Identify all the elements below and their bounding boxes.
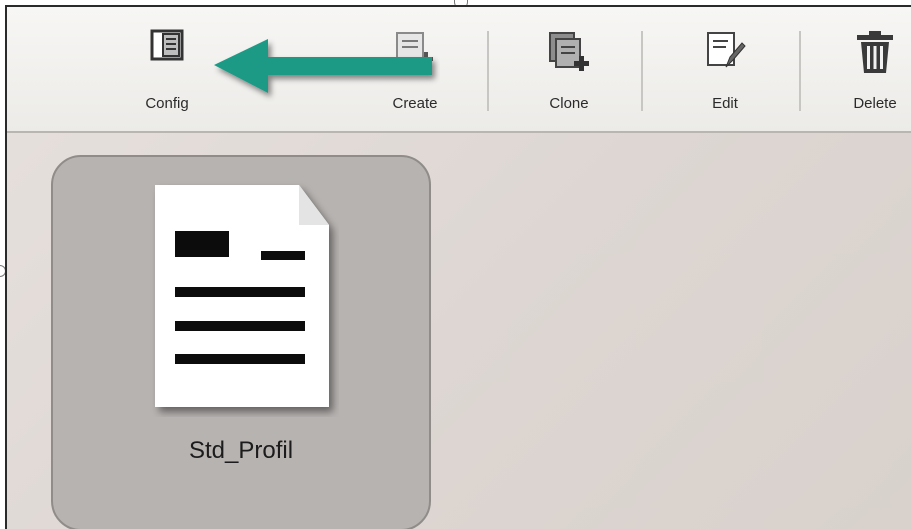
clone-button[interactable]: Clone bbox=[519, 7, 619, 131]
delete-label: Delete bbox=[853, 95, 897, 112]
toolbar-divider bbox=[641, 31, 643, 111]
profile-name: Std_Profil bbox=[188, 437, 294, 464]
delete-button[interactable]: Delete bbox=[827, 7, 911, 131]
toolbar-divider bbox=[799, 31, 801, 111]
config-button[interactable]: Config bbox=[117, 7, 217, 131]
config-label: Config bbox=[145, 95, 189, 112]
clone-documents-icon bbox=[546, 29, 592, 80]
document-icon bbox=[149, 181, 339, 422]
edit-document-icon bbox=[704, 29, 746, 78]
trash-icon bbox=[855, 29, 895, 80]
edit-label: Edit bbox=[712, 95, 738, 112]
profile-tile[interactable]: Std_Profil bbox=[51, 155, 431, 529]
profile-manager-window: Config Create Clone Edit Delete Std_Prof… bbox=[5, 5, 911, 529]
clone-label: Clone bbox=[549, 95, 589, 112]
toolbar: Config Create Clone Edit Delete bbox=[7, 7, 911, 133]
pointer-arrow-icon bbox=[210, 37, 440, 108]
edit-button[interactable]: Edit bbox=[675, 7, 775, 131]
toolbar-divider bbox=[487, 31, 489, 111]
config-panel-icon bbox=[150, 29, 184, 66]
